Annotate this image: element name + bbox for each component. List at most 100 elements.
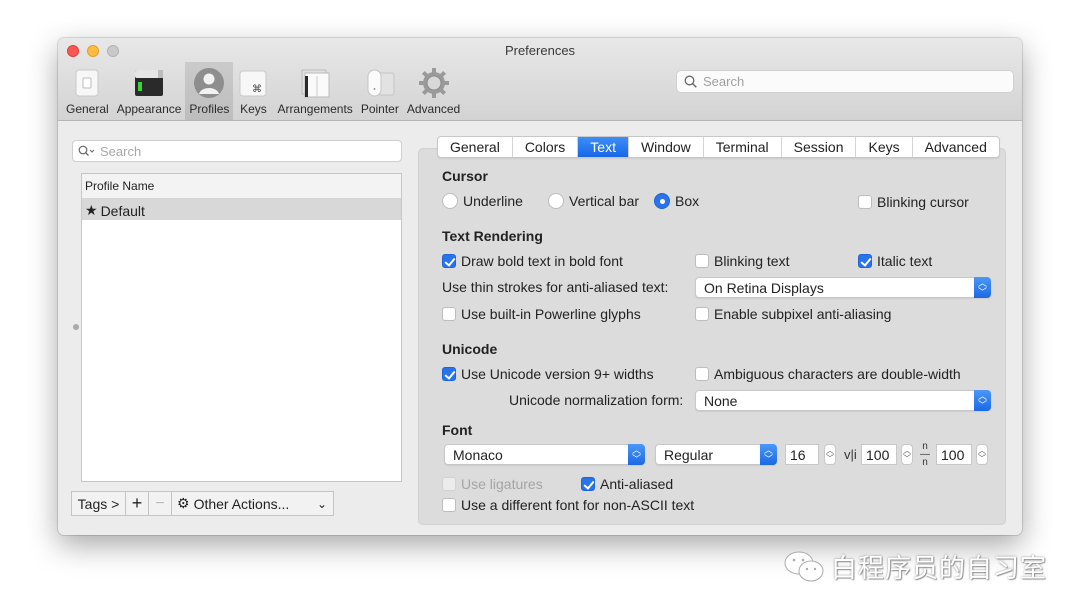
cursor-vertical-bar-radio[interactable]: Vertical bar <box>548 193 639 209</box>
unicode-v9-widths-checkbox[interactable]: Use Unicode version 9+ widths <box>442 366 654 382</box>
toolbar-item-general[interactable]: General <box>62 62 113 120</box>
preferences-search-field[interactable] <box>676 70 1014 93</box>
profile-row[interactable]: ★ Default <box>82 199 401 220</box>
tab-general[interactable]: General <box>438 137 513 157</box>
profiles-icon <box>193 67 225 99</box>
splitter-handle[interactable] <box>73 324 79 330</box>
toolbar-label: Appearance <box>116 102 182 116</box>
radio-button[interactable] <box>442 193 458 209</box>
checkbox[interactable] <box>858 195 872 209</box>
titlebar: Preferences General Appearance Profiles <box>58 38 1022 121</box>
checkbox[interactable] <box>695 367 709 381</box>
font-family-select[interactable]: Monaco ︿ ﹀ <box>444 444 645 465</box>
font-size-field[interactable]: 16 <box>785 444 819 465</box>
pointer-icon <box>364 67 396 99</box>
tab-session[interactable]: Session <box>782 137 857 157</box>
toolbar-label: General <box>66 102 109 116</box>
checkbox-checked[interactable] <box>858 254 872 268</box>
anti-aliased-checkbox[interactable]: Anti-aliased <box>581 476 673 492</box>
tab-advanced[interactable]: Advanced <box>913 137 999 157</box>
chevron-down-icon: ⌄ <box>316 496 327 511</box>
toolbar-label: Keys <box>240 102 267 116</box>
thin-strokes-select[interactable]: On Retina Displays ︿ ﹀ <box>695 277 991 298</box>
other-actions-menu[interactable]: ⚙ Other Actions... ⌄ <box>171 491 334 516</box>
up-down-chevron-icon: ︿ ﹀ <box>628 444 645 465</box>
remove-profile-button[interactable]: − <box>148 491 172 516</box>
general-icon <box>71 67 103 99</box>
non-ascii-font-checkbox[interactable]: Use a different font for non-ASCII text <box>442 497 694 513</box>
vertical-spacing-icon: n — n <box>920 441 930 468</box>
select-value: Monaco <box>453 446 503 463</box>
tab-terminal[interactable]: Terminal <box>704 137 782 157</box>
checkbox-label: Enable subpixel anti-aliasing <box>714 306 892 322</box>
normalization-form-select[interactable]: None ︿ ﹀ <box>695 390 991 411</box>
advanced-gear-icon <box>418 67 450 99</box>
tab-text[interactable]: Text <box>578 137 629 157</box>
ambiguous-double-width-checkbox[interactable]: Ambiguous characters are double-width <box>695 366 961 382</box>
search-menu-icon <box>78 145 95 156</box>
checkbox-disabled <box>442 477 456 491</box>
search-icon <box>684 75 697 88</box>
tags-button[interactable]: Tags > <box>71 491 126 516</box>
gear-icon: ⚙ <box>177 495 190 511</box>
toolbar-label: Arrangements <box>277 102 353 116</box>
use-ligatures-checkbox[interactable]: Use ligatures <box>442 476 543 492</box>
tab-colors[interactable]: Colors <box>513 137 579 157</box>
cursor-section-title: Cursor <box>442 168 488 184</box>
tab-keys[interactable]: Keys <box>856 137 913 157</box>
font-size-stepper[interactable]: ︿ ﹀ <box>824 444 836 465</box>
toolbar-item-keys[interactable]: ⌘ Keys <box>233 62 273 120</box>
subpixel-antialiasing-checkbox[interactable]: Enable subpixel anti-aliasing <box>695 306 891 322</box>
blinking-cursor-checkbox[interactable]: Blinking cursor <box>858 194 969 210</box>
radio-label: Box <box>675 193 700 209</box>
select-value: On Retina Displays <box>704 279 824 296</box>
checkbox-label: Blinking text <box>714 253 790 269</box>
toolbar-item-appearance[interactable]: Appearance <box>113 62 186 120</box>
profile-table: Profile Name ★ Default <box>81 173 402 482</box>
checkbox-label: Use ligatures <box>461 476 543 492</box>
toolbar-label: Advanced <box>406 102 461 116</box>
checkbox-label: Use built-in Powerline glyphs <box>461 306 641 322</box>
toolbar-item-profiles[interactable]: Profiles <box>185 62 234 120</box>
checkbox[interactable] <box>442 498 456 512</box>
toolbar-item-advanced[interactable]: Advanced <box>403 62 464 120</box>
watermark-text: 白程序员的自习室 <box>831 553 1048 583</box>
profile-search-input[interactable] <box>100 143 390 159</box>
checkbox-label: Draw bold text in bold font <box>461 253 623 269</box>
horizontal-spacing-stepper[interactable]: ︿ ﹀ <box>901 444 913 465</box>
watermark: 白程序员的自习室 <box>783 548 1047 585</box>
other-actions-label: Other Actions... <box>193 495 290 512</box>
preferences-search-input[interactable] <box>703 74 1003 89</box>
checkbox[interactable] <box>695 307 709 321</box>
blinking-text-checkbox[interactable]: Blinking text <box>695 253 789 269</box>
checkbox-label: Italic text <box>877 253 933 269</box>
toolbar-item-arrangements[interactable]: Arrangements <box>273 62 356 120</box>
profile-name: Default <box>100 202 145 219</box>
radio-button[interactable] <box>548 193 564 209</box>
default-star-icon: ★ <box>85 202 98 218</box>
thin-strokes-label: Use thin strokes for anti-aliased text: <box>442 279 669 295</box>
italic-text-checkbox[interactable]: Italic text <box>858 253 932 269</box>
font-style-select[interactable]: Regular ︿ ﹀ <box>655 444 777 465</box>
add-profile-button[interactable]: + <box>125 491 149 516</box>
checkbox-checked[interactable] <box>581 477 595 491</box>
bold-font-checkbox[interactable]: Draw bold text in bold font <box>442 253 623 269</box>
checkbox-checked[interactable] <box>442 367 456 381</box>
cursor-box-radio[interactable]: Box <box>654 193 699 209</box>
checkbox[interactable] <box>695 254 709 268</box>
radio-button-selected[interactable] <box>654 193 670 209</box>
horizontal-spacing-icon: v|i <box>844 447 857 462</box>
cursor-underline-radio[interactable]: Underline <box>442 193 523 209</box>
horizontal-spacing-field[interactable]: 100 <box>861 444 897 465</box>
checkbox[interactable] <box>442 307 456 321</box>
keys-icon: ⌘ <box>237 67 269 99</box>
powerline-glyphs-checkbox[interactable]: Use built-in Powerline glyphs <box>442 306 641 322</box>
profile-search-field[interactable] <box>72 140 402 162</box>
toolbar-item-pointer[interactable]: Pointer <box>357 62 403 120</box>
vertical-spacing-stepper[interactable]: ︿ ﹀ <box>976 444 988 465</box>
vertical-spacing-field[interactable]: 100 <box>936 444 972 465</box>
checkbox-checked[interactable] <box>442 254 456 268</box>
tab-window[interactable]: Window <box>629 137 704 157</box>
window-title: Preferences <box>504 43 576 58</box>
profile-name-column-header[interactable]: Profile Name <box>82 174 401 199</box>
